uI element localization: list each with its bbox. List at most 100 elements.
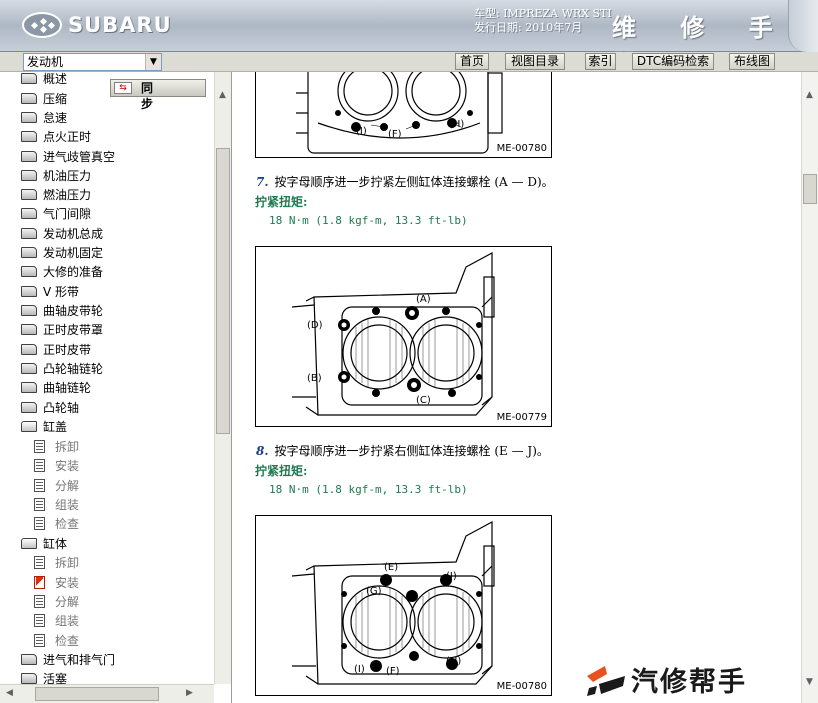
section-select[interactable]: 发动机 ▼ xyxy=(23,53,162,71)
wiring-diagram-button[interactable]: 布线图 xyxy=(729,53,775,70)
tree-subitem[interactable]: 安装 xyxy=(34,457,79,476)
tree-item[interactable]: 发动机总成 xyxy=(21,225,103,244)
tree-item[interactable]: 点火正时 xyxy=(21,128,91,147)
folder-icon xyxy=(21,228,37,239)
sidebar-horizontal-scrollbar[interactable]: ◀ ▶ xyxy=(0,684,214,703)
tree-item[interactable]: V 形带 xyxy=(21,283,79,302)
callout-label: (H) xyxy=(449,119,465,130)
document-icon xyxy=(34,517,45,530)
folder-icon xyxy=(21,170,37,181)
sync-button-label: 同 步 xyxy=(141,81,174,111)
cylinder-block-drawing xyxy=(291,251,495,416)
tree-item[interactable]: 正时皮带 xyxy=(21,341,91,360)
tree-item[interactable]: 曲轴链轮 xyxy=(21,379,91,398)
tree-item-open[interactable]: 缸体 xyxy=(21,535,67,554)
tree-item[interactable]: 进气和排气门 xyxy=(21,651,115,670)
folder-open-icon xyxy=(21,421,37,432)
tree-subitem[interactable]: 分解 xyxy=(34,593,79,612)
tree-subitem[interactable]: 组装 xyxy=(34,496,79,515)
tree-item-open[interactable]: 缸盖 xyxy=(21,418,67,437)
scrollbar-thumb[interactable] xyxy=(803,174,817,204)
folder-icon xyxy=(21,93,37,104)
scroll-left-icon[interactable]: ◀ xyxy=(6,688,13,698)
toolbar: 发动机 ▼ 首页 视图目录 索引 DTC编码检索 布线图 xyxy=(0,52,818,72)
document-icon xyxy=(34,498,45,511)
index-button[interactable]: 索引 xyxy=(585,53,616,70)
watermark: 汽修帮手 xyxy=(583,660,818,698)
tree-item[interactable]: 怠速 xyxy=(21,109,67,128)
folder-icon xyxy=(21,673,37,684)
document-icon xyxy=(34,479,45,492)
tree-item[interactable]: 气门间隙 xyxy=(21,205,91,224)
tree-item[interactable]: 概述 xyxy=(21,70,67,89)
sidebar-vertical-scrollbar[interactable]: ▲ xyxy=(214,72,231,684)
folder-icon xyxy=(21,654,37,665)
tree-item[interactable]: 发动机固定 xyxy=(21,244,103,263)
app-header: SUBARU 车型: IMPREZA WRX STI 发行日期: 2010年7月… xyxy=(0,0,818,77)
document-icon xyxy=(34,614,45,627)
callout-label: (A) xyxy=(416,294,431,305)
tree-subitem-active[interactable]: 安装 xyxy=(34,574,79,593)
tree-item[interactable]: 正时皮带罩 xyxy=(21,321,103,340)
tree-subitem[interactable]: 分解 xyxy=(34,477,79,496)
engine-figure-3: (E) (J) (G) (I) (F) (H) ME-00780 xyxy=(255,515,552,696)
folder-icon xyxy=(21,151,37,162)
document-icon xyxy=(34,595,45,608)
scroll-up-icon[interactable]: ▲ xyxy=(806,90,813,100)
folder-open-icon xyxy=(21,538,37,549)
dtc-search-button[interactable]: DTC编码检索 xyxy=(632,53,714,70)
folder-icon xyxy=(21,112,37,123)
figure-caption: ME-00779 xyxy=(496,412,547,423)
sync-icon: ⇆ xyxy=(114,82,132,94)
release-date: 发行日期: 2010年7月 xyxy=(474,21,583,34)
folder-icon xyxy=(21,73,37,84)
tree-item[interactable]: 压缩 xyxy=(21,90,67,109)
tree-subitem[interactable]: 组装 xyxy=(34,612,79,631)
view-contents-button[interactable]: 视图目录 xyxy=(505,53,565,70)
content-vertical-scrollbar[interactable]: ▲ ▼ xyxy=(801,72,818,703)
document-icon xyxy=(34,459,45,472)
cylinder-block-drawing xyxy=(291,520,495,685)
tree-item[interactable]: 进气歧管真空 xyxy=(21,148,115,167)
tree-subitem[interactable]: 拆卸 xyxy=(34,554,79,573)
folder-icon xyxy=(21,344,37,355)
tree-item[interactable]: 凸轮轴 xyxy=(21,399,79,418)
section-select-value: 发动机 xyxy=(27,55,64,69)
tree-item[interactable]: 凸轮轴链轮 xyxy=(21,360,103,379)
scroll-right-icon[interactable]: ▶ xyxy=(186,688,193,698)
home-button[interactable]: 首页 xyxy=(455,53,489,70)
tree-subitem[interactable]: 检查 xyxy=(34,632,79,651)
step-text: 按字母顺序进一步拧紧右侧缸体连接螺栓 (E — J)。 xyxy=(274,444,549,458)
tree-item[interactable]: 大修的准备 xyxy=(21,263,103,282)
brand-name: SUBARU xyxy=(68,13,172,37)
tree-item[interactable]: 曲轴皮带轮 xyxy=(21,302,103,321)
manual-content: (I) (F) (H) ME-00780 7. 按字母顺序进一步拧紧左侧缸体连接螺… xyxy=(232,72,818,703)
engine-figure-2: (A) (D) (B) (C) ME-00779 xyxy=(255,246,552,427)
callout-label: (B) xyxy=(307,373,322,384)
callout-label: (I) xyxy=(354,664,365,675)
scroll-up-icon[interactable]: ▲ xyxy=(219,90,226,100)
vehicle-info: 车型: IMPREZA WRX STI 发行日期: 2010年7月 xyxy=(474,7,612,35)
tree-subitem[interactable]: 拆卸 xyxy=(34,438,79,457)
folder-icon xyxy=(21,247,37,258)
tree-subitem[interactable]: 检查 xyxy=(34,515,79,534)
torque-title: 拧紧扭矩: xyxy=(255,464,308,478)
scrollbar-thumb[interactable] xyxy=(35,687,159,701)
figure-caption: ME-00780 xyxy=(496,681,547,692)
folder-icon xyxy=(21,131,37,142)
step-8: 8. 按字母顺序进一步拧紧右侧缸体连接螺栓 (E — J)。 xyxy=(256,442,549,459)
tree-item[interactable]: 机油压力 xyxy=(21,167,91,186)
tree-item[interactable]: 燃油压力 xyxy=(21,186,91,205)
subaru-logo: SUBARU xyxy=(22,12,172,38)
step-number: 8. xyxy=(256,444,269,458)
torque-title: 拧紧扭矩: xyxy=(255,195,308,209)
callout-label: (C) xyxy=(416,395,431,406)
folder-icon xyxy=(21,189,37,200)
chevron-down-icon[interactable]: ▼ xyxy=(145,54,161,70)
document-icon xyxy=(34,634,45,647)
header-decoration xyxy=(788,0,818,52)
scrollbar-thumb[interactable] xyxy=(216,148,230,434)
torque-value: 18 N·m (1.8 kgf-m, 13.3 ft-lb) xyxy=(269,214,468,227)
callout-label: (H) xyxy=(446,656,462,667)
sync-button[interactable]: ⇆ 同 步 xyxy=(110,79,206,111)
